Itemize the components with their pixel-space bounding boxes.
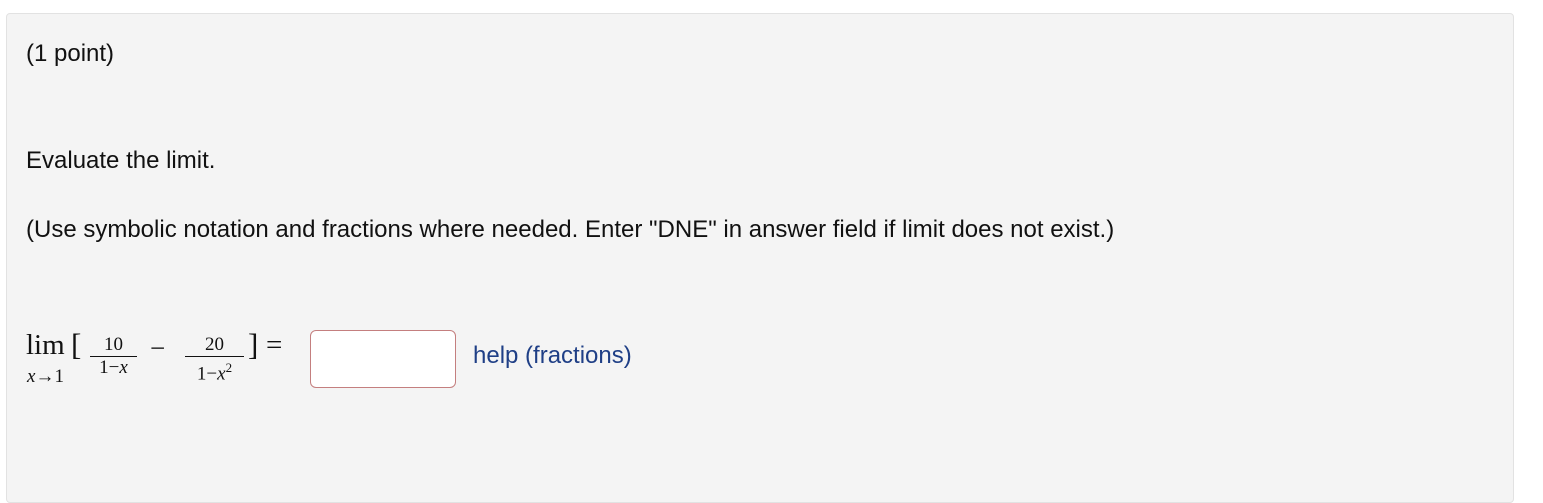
fraction-2-denominator: 1−x2 bbox=[185, 357, 244, 385]
lim-operator: lim bbox=[26, 329, 65, 361]
fraction-1-den-lead: 1− bbox=[99, 357, 120, 378]
problem-instructions: (Use symbolic notation and fractions whe… bbox=[26, 216, 1115, 243]
fraction-1-den-var: x bbox=[119, 357, 128, 378]
fraction-2: 20 1−x2 bbox=[185, 334, 244, 385]
problem-panel: (1 point) Evaluate the limit. (Use symbo… bbox=[6, 13, 1514, 503]
help-fractions-link[interactable]: help (fractions) bbox=[473, 342, 632, 370]
answer-input[interactable] bbox=[310, 330, 456, 388]
fraction-2-den-exponent: 2 bbox=[225, 360, 233, 375]
fraction-1-numerator: 10 bbox=[90, 334, 137, 357]
bracket-close: ] bbox=[248, 327, 259, 362]
problem-prompt: Evaluate the limit. bbox=[26, 147, 216, 174]
lim-approach: →1 bbox=[35, 366, 64, 387]
fraction-2-numerator: 20 bbox=[185, 334, 244, 357]
fraction-2-den-lead: 1− bbox=[196, 363, 218, 385]
points-label: (1 point) bbox=[26, 40, 115, 67]
bracket-open: [ bbox=[71, 327, 82, 362]
equals-sign: = bbox=[266, 329, 283, 361]
fraction-2-den-var: x bbox=[217, 363, 226, 385]
fraction-1-denominator: 1−x bbox=[90, 357, 137, 379]
fraction-1: 10 1−x bbox=[90, 334, 137, 379]
minus-sign: − bbox=[150, 333, 166, 363]
lim-subscript: x→1 bbox=[27, 366, 64, 388]
